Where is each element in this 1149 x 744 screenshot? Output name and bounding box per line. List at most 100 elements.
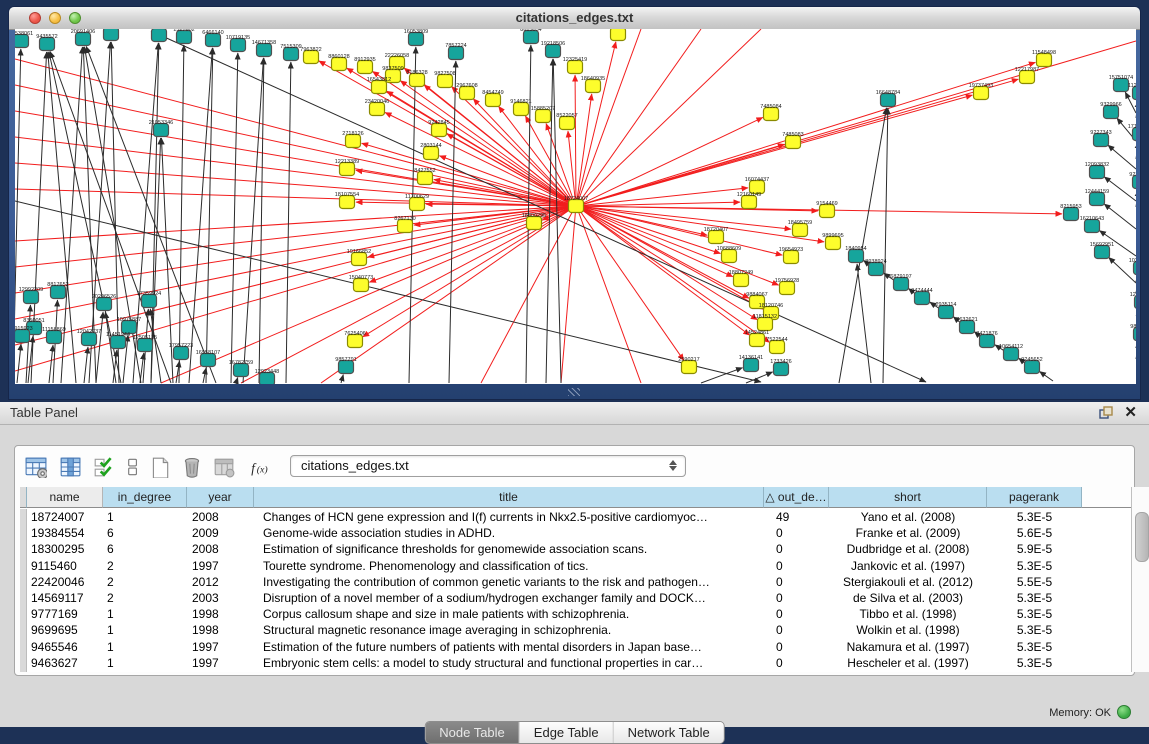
table-row[interactable]: 1456911722003Disruption of a novel membe… bbox=[20, 590, 1131, 606]
cell-in_degree[interactable]: 1 bbox=[103, 639, 187, 655]
citation-edge-black[interactable] bbox=[151, 31, 926, 382]
graph-node[interactable]: 11815132 bbox=[753, 314, 777, 331]
citation-edge-black[interactable] bbox=[84, 347, 88, 383]
citation-edge-red[interactable] bbox=[568, 131, 575, 200]
graph-node[interactable]: 9242845 bbox=[428, 120, 449, 137]
cell-year[interactable]: 2009 bbox=[187, 525, 254, 541]
graph-node[interactable]: 10719135 bbox=[226, 35, 250, 52]
graph-node[interactable]: 9899695 bbox=[822, 233, 843, 250]
graph-node[interactable]: 8215953 bbox=[1060, 204, 1081, 221]
close-icon[interactable]: ✕ bbox=[1124, 403, 1137, 423]
citation-edge-black[interactable] bbox=[341, 375, 343, 383]
cell-short[interactable]: de Silva et al. (2003) bbox=[829, 590, 987, 606]
cell-in_degree[interactable]: 1 bbox=[103, 606, 187, 622]
graph-node[interactable]: 16958107 bbox=[196, 350, 220, 367]
table-row[interactable]: 911546021997Tourette syndrome. Phenomeno… bbox=[20, 558, 1131, 574]
cell-pagerank[interactable]: 5.6E-5 bbox=[987, 525, 1082, 541]
cell-year[interactable]: 2012 bbox=[187, 574, 254, 590]
scrollbar-thumb[interactable] bbox=[1135, 512, 1149, 562]
graph-node[interactable]: 20691406 bbox=[71, 29, 95, 46]
graph-node[interactable]: 2803144 bbox=[420, 143, 441, 160]
graph-node[interactable]: 10654112 bbox=[999, 344, 1023, 361]
cell-pagerank[interactable]: 5.3E-5 bbox=[987, 655, 1082, 671]
graph-node[interactable]: 11700629 bbox=[405, 194, 429, 211]
cell-out_degree[interactable]: 0 bbox=[764, 541, 829, 557]
graph-node[interactable]: 9227343 bbox=[1090, 130, 1111, 147]
column-header-title[interactable]: title bbox=[254, 487, 764, 508]
column-header-pagerank[interactable]: pagerank bbox=[987, 487, 1082, 508]
citation-edge-black[interactable] bbox=[259, 58, 264, 383]
graph-node[interactable]: 9237082 bbox=[1129, 172, 1136, 189]
cell-title[interactable]: Genome-wide association studies in ADHD. bbox=[254, 525, 764, 541]
citation-edge-black[interactable] bbox=[1039, 371, 1053, 381]
cell-pagerank[interactable]: 5.9E-5 bbox=[987, 541, 1082, 557]
table-row[interactable]: 946362711997Embryonic stem cells: a mode… bbox=[20, 655, 1131, 671]
graph-node[interactable]: 10653287 bbox=[147, 29, 171, 42]
cell-title[interactable]: Investigating the contribution of common… bbox=[254, 574, 764, 590]
cell-name[interactable]: 9777169 bbox=[27, 606, 103, 622]
graph-node[interactable]: 7632621 bbox=[956, 317, 977, 334]
graph-node[interactable]: 11548498 bbox=[1032, 50, 1056, 67]
cell-title[interactable]: Estimation of the future numbers of pati… bbox=[254, 639, 764, 655]
cell-name[interactable]: 18300295 bbox=[27, 541, 103, 557]
cell-title[interactable]: Disruption of a novel member of a sodium… bbox=[254, 590, 764, 606]
graph-node[interactable]: 9827508 bbox=[434, 71, 455, 88]
cell-short[interactable]: Franke et al. (2009) bbox=[829, 525, 987, 541]
cell-out_degree[interactable]: 0 bbox=[764, 622, 829, 638]
graph-node[interactable]: 1327602 bbox=[173, 29, 194, 44]
graph-node[interactable]: 6879197 bbox=[890, 274, 911, 291]
tab-edge-table[interactable]: Edge Table bbox=[520, 722, 614, 743]
cell-in_degree[interactable]: 2 bbox=[103, 590, 187, 606]
graph-node[interactable]: 14136141 bbox=[739, 355, 763, 372]
cell-year[interactable]: 1997 bbox=[187, 558, 254, 574]
citation-edge-black[interactable] bbox=[179, 45, 184, 383]
cell-in_degree[interactable]: 2 bbox=[103, 558, 187, 574]
row-selection-icon[interactable] bbox=[91, 453, 119, 481]
column-header-year[interactable]: year bbox=[187, 487, 254, 508]
graph-node[interactable]: 19218506 bbox=[541, 41, 565, 58]
cell-out_degree[interactable]: 0 bbox=[764, 639, 829, 655]
graph-node[interactable]: 9146821 bbox=[510, 99, 531, 116]
window-resize-grip[interactable] bbox=[568, 388, 580, 396]
cell-short[interactable]: Stergiakouli et al. (2012) bbox=[829, 574, 987, 590]
cell-name[interactable]: 9699695 bbox=[27, 622, 103, 638]
citation-edge-black[interactable] bbox=[883, 108, 888, 383]
citation-edge-red[interactable] bbox=[583, 62, 1036, 204]
graph-node[interactable]: 19756928 bbox=[775, 278, 799, 295]
cell-name[interactable]: 22420046 bbox=[27, 574, 103, 590]
cell-title[interactable]: Changes of HCN gene expression and I(f) … bbox=[254, 509, 764, 525]
citation-edge-red[interactable] bbox=[583, 41, 1136, 204]
merge-rows-icon[interactable] bbox=[119, 453, 147, 481]
graph-node[interactable]: 9857791 bbox=[335, 357, 356, 374]
cell-pagerank[interactable]: 5.3E-5 bbox=[987, 622, 1082, 638]
delete-column-icon[interactable] bbox=[179, 453, 207, 481]
column-visibility-icon[interactable] bbox=[57, 453, 85, 481]
graph-node[interactable]: 8522057 bbox=[556, 113, 577, 130]
citation-edge-red[interactable] bbox=[580, 211, 684, 361]
graph-node[interactable]: 8471876 bbox=[976, 331, 997, 348]
cell-name[interactable]: 9463627 bbox=[27, 655, 103, 671]
new-column-icon[interactable] bbox=[147, 453, 175, 481]
graph-node[interactable]: 7857224 bbox=[445, 43, 466, 60]
graph-node[interactable]: 8817652 bbox=[47, 282, 68, 299]
cell-year[interactable]: 1997 bbox=[187, 639, 254, 655]
graph-node[interactable]: 16648784 bbox=[876, 90, 900, 107]
graph-node[interactable]: 9474444 bbox=[911, 288, 932, 305]
citation-edge-black[interactable] bbox=[1108, 145, 1136, 169]
memory-indicator-icon[interactable] bbox=[1117, 705, 1131, 719]
graph-node[interactable]: 18807249 bbox=[729, 270, 753, 287]
citation-edge-red[interactable] bbox=[578, 42, 616, 200]
cell-in_degree[interactable]: 1 bbox=[103, 622, 187, 638]
graph-node[interactable]: 8813054 bbox=[520, 29, 541, 44]
cell-short[interactable]: Wolkin et al. (1998) bbox=[829, 622, 987, 638]
graph-node[interactable]: 12923448 bbox=[255, 369, 279, 384]
citation-edge-black[interactable] bbox=[231, 53, 238, 383]
graph-node[interactable]: 12444159 bbox=[1085, 189, 1109, 206]
graph-node[interactable]: 19737493 bbox=[969, 83, 993, 100]
table-row[interactable]: 1872400712008Changes of HCN gene express… bbox=[20, 509, 1131, 525]
cell-out_degree[interactable]: 0 bbox=[764, 574, 829, 590]
table-row[interactable]: 977716911998Corpus callosum shape and si… bbox=[20, 606, 1131, 622]
cell-short[interactable]: Tibbo et al. (1998) bbox=[829, 606, 987, 622]
cell-name[interactable]: 18724007 bbox=[27, 509, 103, 525]
table-row[interactable]: 969969511998Structural magnetic resonanc… bbox=[20, 622, 1131, 638]
